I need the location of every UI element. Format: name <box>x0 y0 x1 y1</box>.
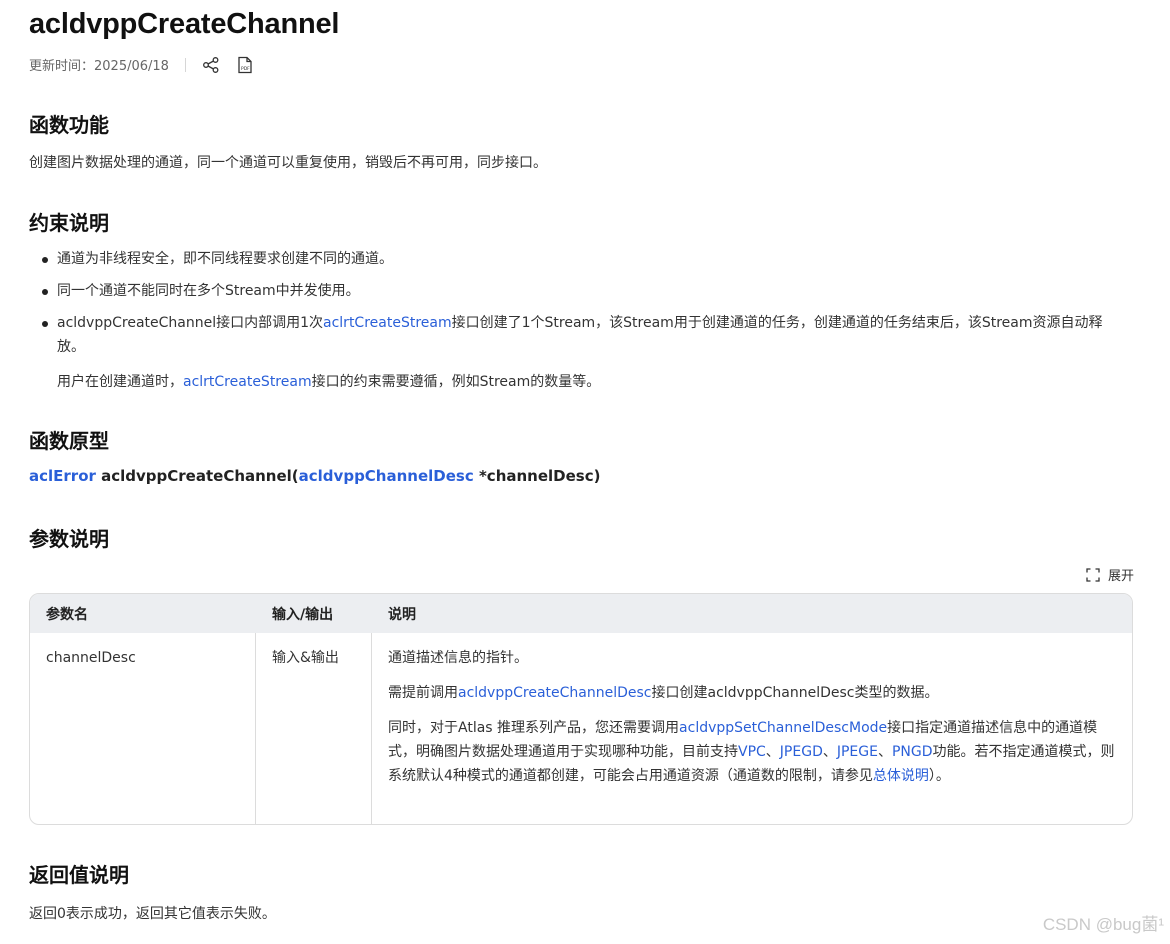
d2-pre: 需提前调用 <box>388 685 458 701</box>
col-header-name: 参数名 <box>46 607 88 623</box>
link-pngd[interactable]: PNGD <box>892 744 933 760</box>
constraint-item3-pre: acldvppCreateChannel接口内部调用1次 <box>57 315 324 331</box>
link-jpegd[interactable]: JPEGD <box>780 744 823 760</box>
d3-pre: 同时，对于Atlas 推理系列产品，您还需要调用 <box>388 720 680 736</box>
desc-line-1: 通道描述信息的指针。 <box>388 650 528 666</box>
link-vpc[interactable]: VPC <box>738 744 766 760</box>
desc-line-3: 同时，对于Atlas 推理系列产品，您还需要调用acldvppSetChanne… <box>388 716 1116 788</box>
link-acldvppCreateChannelDesc[interactable]: acldvppCreateChannelDesc <box>458 685 652 701</box>
param-io: 输入&输出 <box>272 650 339 666</box>
page-title: acldvppCreateChannel <box>29 8 340 40</box>
constraint-note: 用户在创建通道时，aclrtCreateStream接口的约束需要遵循，例如St… <box>57 371 600 391</box>
expand-button[interactable]: 展开 <box>1086 565 1134 584</box>
link-overview[interactable]: 总体说明 <box>873 768 929 784</box>
d3-sep: 、 <box>765 744 780 760</box>
desc-line-2: 需提前调用acldvppCreateChannelDesc接口创建acldvpp… <box>388 681 1116 705</box>
proto-fn-name: acldvppCreateChannel( <box>95 467 299 485</box>
function-prototype: aclError acldvppCreateChannel(acldvppCha… <box>29 467 600 485</box>
col-header-desc: 说明 <box>388 607 416 623</box>
param-name: channelDesc <box>46 650 136 666</box>
link-acldvppSetChannelDescMode[interactable]: acldvppSetChannelDescMode <box>679 720 887 736</box>
param-desc: 通道描述信息的指针。 需提前调用acldvppCreateChannelDesc… <box>388 646 1116 788</box>
link-acldvppChannelDesc[interactable]: acldvppChannelDesc <box>299 467 474 485</box>
d3-sep: 、 <box>822 744 837 760</box>
col-divider <box>371 633 372 824</box>
expand-icon <box>1086 567 1100 582</box>
d3-sep: 、 <box>877 744 892 760</box>
link-jpege[interactable]: JPEGE <box>837 744 878 760</box>
pdf-icon[interactable]: PDF <box>236 56 254 74</box>
d3-end: ）。 <box>928 768 950 784</box>
col-divider <box>255 633 256 824</box>
constraint-item: acldvppCreateChannel接口内部调用1次aclrtCreateS… <box>29 311 1129 359</box>
function-text: 创建图片数据处理的通道，同一个通道可以重复使用，销毁后不再可用，同步接口。 <box>29 155 547 171</box>
update-time: 更新时间：2025/06/18 <box>29 59 169 74</box>
params-table: 参数名 输入/输出 说明 channelDesc 输入&输出 通道描述信息的指针… <box>29 593 1133 825</box>
d2-post: 接口创建acldvppChannelDesc类型的数据。 <box>651 685 939 701</box>
constraint-item: 通道为非线程安全，即不同线程要求创建不同的通道。 <box>29 247 1129 271</box>
link-aclError[interactable]: aclError <box>29 467 96 485</box>
heading-constraints: 约束说明 <box>29 211 109 235</box>
watermark: CSDN @bug菌¹ <box>1042 915 1164 934</box>
return-text: 返回0表示成功，返回其它值表示失败。 <box>29 906 276 922</box>
note-pre: 用户在创建通道时， <box>57 374 183 390</box>
link-aclrtCreateStream[interactable]: aclrtCreateStream <box>323 315 452 331</box>
note-post: 接口的约束需要遵循，例如Stream的数量等。 <box>311 374 601 390</box>
heading-prototype: 函数原型 <box>29 429 109 453</box>
constraint-item: 同一个通道不能同时在多个Stream中并发使用。 <box>29 279 1129 303</box>
svg-text:PDF: PDF <box>241 66 250 72</box>
heading-return: 返回值说明 <box>29 863 129 887</box>
link-aclrtCreateStream-2[interactable]: aclrtCreateStream <box>183 374 312 390</box>
col-header-io: 输入/输出 <box>272 607 334 623</box>
table-header: 参数名 输入/输出 说明 <box>30 594 1132 633</box>
heading-params: 参数说明 <box>29 527 109 551</box>
constraint-list: 通道为非线程安全，即不同线程要求创建不同的通道。 同一个通道不能同时在多个Str… <box>29 247 1129 359</box>
heading-function: 函数功能 <box>29 113 109 137</box>
share-icon[interactable] <box>202 56 220 74</box>
meta-divider <box>184 57 186 72</box>
proto-param: *channelDesc) <box>473 467 601 485</box>
expand-label: 展开 <box>1107 569 1134 584</box>
meta-bar: 更新时间：2025/06/18 PDF <box>29 55 270 74</box>
